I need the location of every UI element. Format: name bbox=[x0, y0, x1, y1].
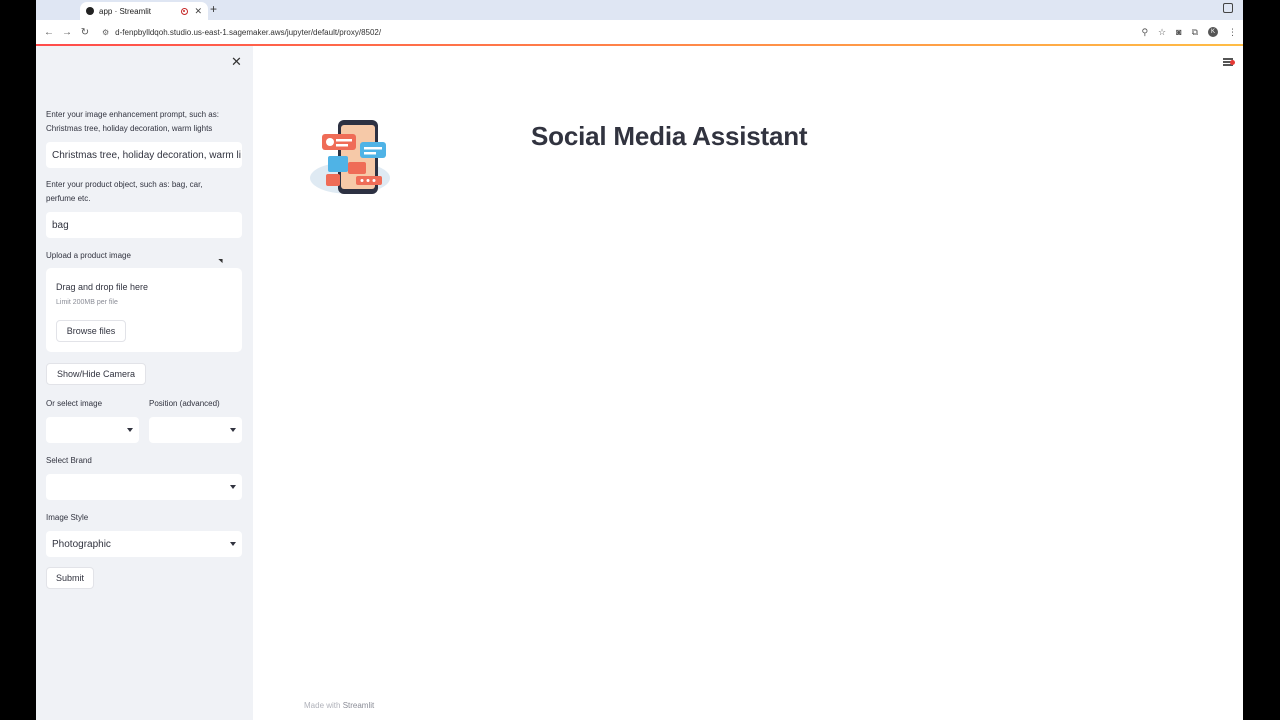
recording-icon bbox=[181, 7, 189, 15]
brand-dropdown[interactable] bbox=[46, 474, 242, 500]
position-label: Position (advanced) bbox=[149, 399, 220, 408]
chevron-down-icon bbox=[230, 485, 236, 489]
forward-arrow-icon[interactable]: → bbox=[58, 27, 76, 38]
style-label: Image Style bbox=[46, 513, 89, 522]
new-tab-button[interactable]: + bbox=[210, 2, 217, 16]
close-tab-icon[interactable]: ✕ bbox=[194, 6, 202, 17]
chevron-down-icon bbox=[230, 428, 236, 432]
image-style-dropdown[interactable]: Photographic bbox=[46, 531, 242, 557]
object-input[interactable]: bag bbox=[46, 212, 242, 238]
site-info-icon[interactable]: ⚙ bbox=[102, 28, 109, 37]
browser-toolbar: ⚲ ☆ ◙ ⧉ K ⋮ bbox=[1141, 20, 1237, 44]
social-media-phone-icon bbox=[310, 120, 390, 194]
close-sidebar-icon[interactable]: ✕ bbox=[231, 54, 242, 70]
camera-icon[interactable]: ◙ bbox=[1176, 27, 1181, 37]
streamlit-favicon-icon bbox=[86, 7, 94, 15]
url-text: d-fenpbylldqoh.studio.us-east-1.sagemake… bbox=[115, 27, 382, 37]
prompt-label: Enter your image enhancement prompt, suc… bbox=[46, 110, 219, 133]
dropzone-title: Drag and drop file here bbox=[56, 282, 149, 292]
browser-window: app · Streamlit ✕ + ← → ↻ ⚙ d-fenpbylldq… bbox=[36, 0, 1243, 720]
tab-title: app · Streamlit bbox=[99, 6, 152, 16]
prompt-input[interactable]: Christmas tree, holiday decoration, warm… bbox=[46, 142, 242, 168]
upload-label: Upload a product image bbox=[46, 251, 131, 260]
extensions-icon[interactable]: ⧉ bbox=[1192, 27, 1198, 38]
browser-menu-icon[interactable]: ⋮ bbox=[1228, 27, 1237, 38]
chevron-down-icon bbox=[230, 542, 236, 546]
select-image-dropdown[interactable] bbox=[46, 417, 139, 443]
window-menu-icon[interactable] bbox=[1223, 3, 1233, 13]
reload-icon[interactable]: ↻ bbox=[76, 27, 94, 38]
file-dropzone[interactable]: Drag and drop file here Limit 200MB per … bbox=[46, 268, 242, 352]
dropzone-limit: Limit 200MB per file bbox=[56, 299, 118, 306]
brand-label: Select Brand bbox=[46, 456, 92, 465]
select-image-label: Or select image bbox=[46, 399, 103, 408]
show-hide-camera-button[interactable]: Show/Hide Camera bbox=[46, 363, 146, 385]
page-title: Social Media Assistant bbox=[531, 121, 808, 151]
browse-files-button[interactable]: Browse files bbox=[56, 320, 126, 342]
url-field[interactable]: ⚙ d-fenpbylldqoh.studio.us-east-1.sagema… bbox=[102, 28, 381, 37]
sidebar: ✕ Enter your image enhancement prompt, s… bbox=[36, 46, 253, 720]
notification-dot bbox=[1230, 60, 1235, 65]
object-label: Enter your product object, such as: bag,… bbox=[46, 180, 203, 203]
bookmark-star-icon[interactable]: ☆ bbox=[1158, 27, 1166, 38]
address-bar: ← → ↻ ⚙ d-fenpbylldqoh.studio.us-east-1.… bbox=[36, 20, 1243, 44]
chevron-down-icon bbox=[127, 428, 133, 432]
tab-bar: app · Streamlit ✕ + bbox=[36, 0, 1243, 20]
zoom-icon[interactable]: ⚲ bbox=[1141, 27, 1148, 38]
profile-avatar[interactable]: K bbox=[1208, 27, 1218, 37]
back-arrow-icon[interactable]: ← bbox=[40, 27, 58, 38]
streamlit-link[interactable]: Streamlit bbox=[343, 701, 375, 710]
browser-tab[interactable]: app · Streamlit ✕ bbox=[80, 2, 208, 20]
footer-prefix: Made with bbox=[304, 701, 343, 710]
submit-button[interactable]: Submit bbox=[46, 567, 94, 589]
footer: Made with Streamlit bbox=[304, 701, 374, 710]
position-dropdown[interactable] bbox=[149, 417, 242, 443]
image-style-value: Photographic bbox=[52, 538, 111, 550]
